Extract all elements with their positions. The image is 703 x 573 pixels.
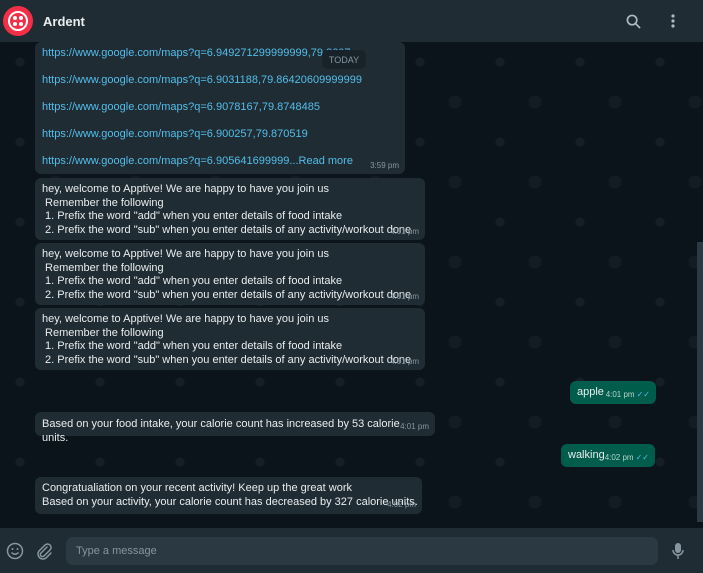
message-line: 1. Prefix the word "add" when you enter … <box>42 340 343 352</box>
scrollbar[interactable] <box>697 42 703 525</box>
search-icon[interactable] <box>623 11 643 31</box>
map-link[interactable]: https://www.google.com/maps?q=6.9078167,… <box>42 101 398 128</box>
message-line: 1. Prefix the word "add" when you enter … <box>42 210 343 222</box>
emoji-icon[interactable] <box>5 541 25 561</box>
chat-header: Ardent <box>0 0 703 42</box>
message-bubble: hey, welcome to Apptive! We are happy to… <box>35 178 425 240</box>
message-time: 4:01 pm <box>605 389 635 399</box>
message-line: Remember the following <box>42 196 164 209</box>
message-time: 4:01 pm <box>390 291 419 301</box>
microphone-icon[interactable] <box>668 541 688 561</box>
more-vertical-icon[interactable] <box>663 11 683 31</box>
message-text: walking <box>568 449 605 461</box>
message-time: 4:02 pm <box>387 499 416 509</box>
message-bubble-outgoing: walking 4:02 pm ✓✓ <box>561 444 655 467</box>
message-bubble: Congratualiation on your recent activity… <box>35 477 422 514</box>
message-bubble: Based on your food intake, your calorie … <box>35 412 435 444</box>
message-text: apple <box>577 386 604 398</box>
message-bubble: hey, welcome to Apptive! We are happy to… <box>35 243 425 305</box>
message-line: 2. Prefix the word "sub" when you enter … <box>42 353 412 366</box>
message-line: Remember the following <box>42 326 164 339</box>
message-bubble-outgoing: apple 4:01 pm ✓✓ <box>570 381 656 404</box>
contact-name[interactable]: Ardent <box>43 14 85 29</box>
message-text: Based on your food intake, your calorie … <box>42 418 400 444</box>
message-bubble: hey, welcome to Apptive! We are happy to… <box>35 308 425 370</box>
message-line: 2. Prefix the word "sub" when you enter … <box>42 288 412 301</box>
paperclip-icon[interactable] <box>34 541 54 561</box>
message-time: 4:02 pm <box>604 452 634 462</box>
message-list[interactable]: https://www.google.com/maps?q=6.94927129… <box>0 42 703 525</box>
message-time: 4:01 pm <box>390 226 419 236</box>
map-link[interactable]: https://www.google.com/maps?q=6.90564169… <box>42 155 289 167</box>
twilio-logo-icon <box>8 11 28 31</box>
map-link[interactable]: https://www.google.com/maps?q=6.900257,7… <box>42 128 398 155</box>
message-composer <box>0 528 703 573</box>
message-input[interactable] <box>66 537 658 565</box>
message-line: Congratualiation on your recent activity… <box>42 482 353 494</box>
avatar[interactable] <box>3 6 33 36</box>
message-time: 3:59 pm <box>370 160 399 170</box>
message-line: Remember the following <box>42 261 164 274</box>
message-line: hey, welcome to Apptive! We are happy to… <box>42 313 329 325</box>
date-divider: TODAY <box>322 50 366 69</box>
message-line: 1. Prefix the word "add" when you enter … <box>42 275 343 287</box>
message-time: 4:01 pm <box>390 356 419 366</box>
scrollbar-thumb[interactable] <box>697 242 703 522</box>
message-line: Based on your activity, your calorie cou… <box>42 495 418 508</box>
map-link[interactable]: https://www.google.com/maps?q=6.9031188,… <box>42 74 398 101</box>
double-check-icon: ✓✓ <box>635 452 649 462</box>
message-line: hey, welcome to Apptive! We are happy to… <box>42 183 329 195</box>
message-line: hey, welcome to Apptive! We are happy to… <box>42 248 329 260</box>
message-time: 4:01 pm <box>400 421 429 431</box>
double-check-icon: ✓✓ <box>636 389 650 399</box>
read-more-link[interactable]: ...Read more <box>289 155 353 167</box>
message-line: 2. Prefix the word "sub" when you enter … <box>42 223 412 236</box>
